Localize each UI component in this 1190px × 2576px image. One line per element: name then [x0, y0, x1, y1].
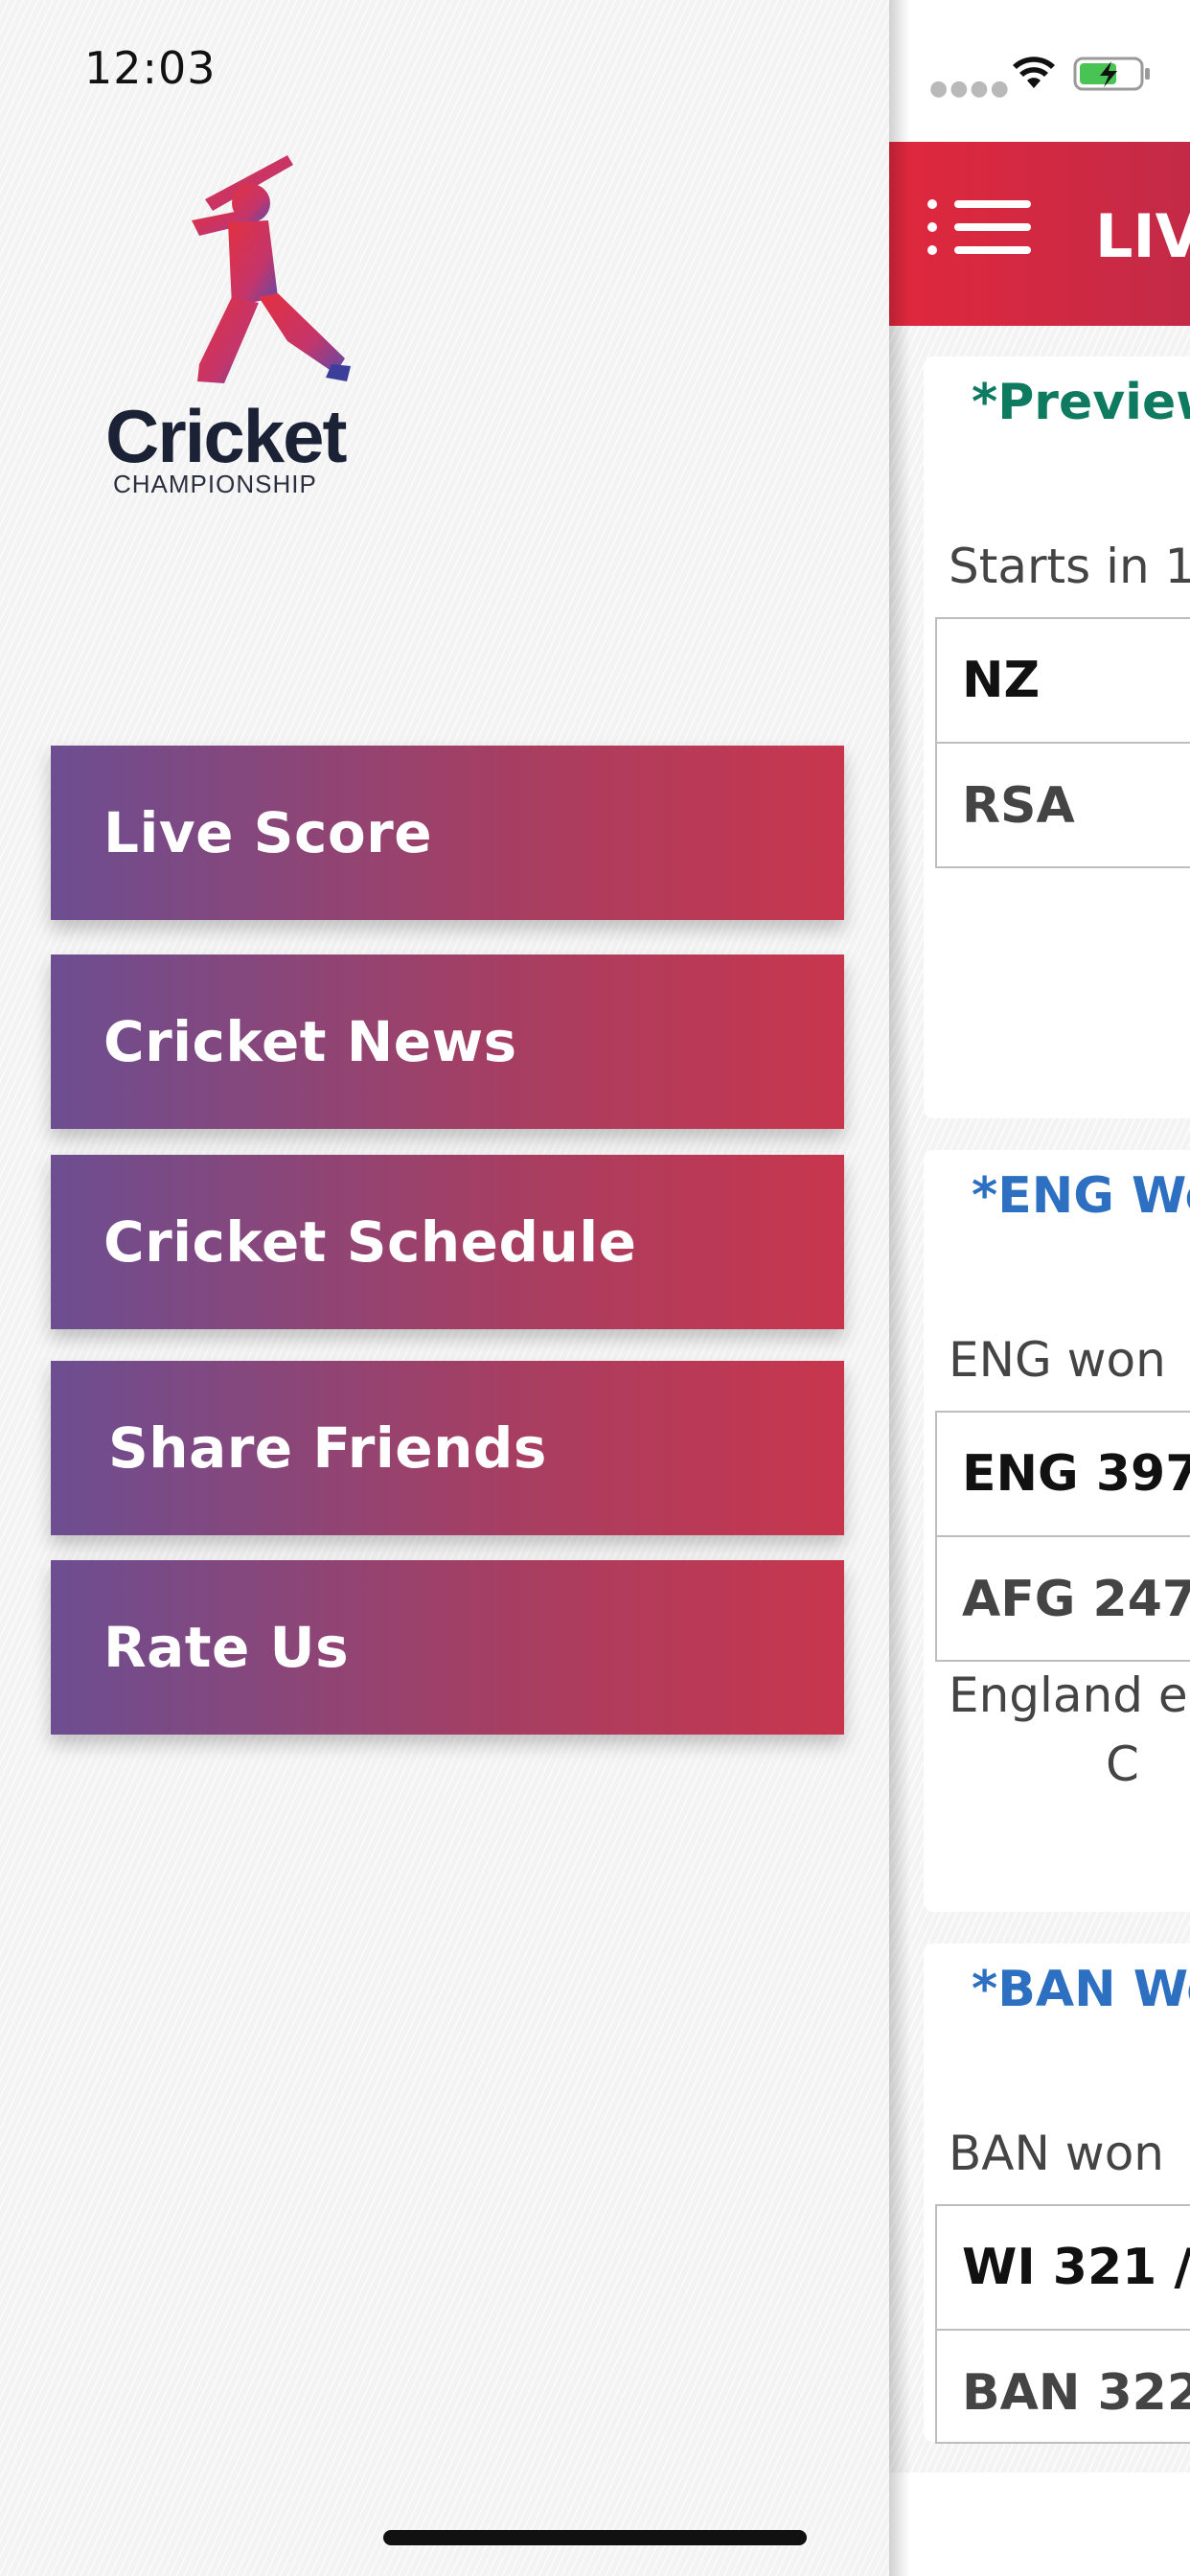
- logo-wordmark: Cricket: [105, 394, 347, 478]
- card-title: *ENG Wo: [972, 1167, 1190, 1225]
- card-result: England el: [949, 1668, 1190, 1723]
- team-row: AFG 247 /: [962, 1571, 1190, 1628]
- score-table: NZ RSA: [935, 617, 1190, 868]
- score-table: WI 321 /8 BAN 322: [935, 2204, 1190, 2444]
- menu-item-label: Cricket Schedule: [103, 1209, 637, 1275]
- drawer-shadow: [889, 0, 910, 2576]
- menu-item-rate-us[interactable]: Rate Us: [51, 1560, 844, 1735]
- status-icons: ●●●●: [929, 52, 1188, 101]
- cricket-championship-logo: Cricket CHAMPIONSHIP: [105, 153, 383, 498]
- card-title: *Preview: [972, 374, 1190, 431]
- team-row: RSA: [962, 777, 1075, 835]
- menu-item-cricket-news[interactable]: Cricket News: [51, 954, 844, 1129]
- score-table: ENG 397 / AFG 247 /: [935, 1411, 1190, 1662]
- team-row: WI 321 /8: [937, 2206, 1190, 2331]
- menu-item-label: Cricket News: [103, 1009, 517, 1074]
- live-score-screen: ●●●● LIVE *Preview: [889, 0, 1190, 2576]
- signal-icon: ●●●●: [929, 77, 1011, 101]
- menu-item-cricket-schedule[interactable]: Cricket Schedule: [51, 1155, 844, 1329]
- batsman-icon: [192, 155, 351, 383]
- match-card[interactable]: *ENG Wo ENG won ENG 397 / AFG 247 / Engl…: [924, 1150, 1190, 1912]
- wifi-icon: [1013, 57, 1055, 88]
- menu-item-label: Share Friends: [108, 1415, 547, 1481]
- team-row: NZ: [937, 619, 1190, 744]
- menu-item-label: Live Score: [103, 800, 433, 865]
- hamburger-menu-button[interactable]: [927, 192, 1033, 261]
- team-row: BAN 322: [962, 2364, 1190, 2422]
- app-screen: ●●●● LIVE *Preview: [0, 0, 1190, 2576]
- card-status: Starts in 1: [949, 539, 1190, 594]
- logo-subtitle: CHAMPIONSHIP: [113, 470, 317, 498]
- app-bar-title: LIVE: [1095, 201, 1190, 271]
- card-title: *BAN Wo: [972, 1961, 1190, 2018]
- match-card[interactable]: *BAN Wo BAN won WI 321 /8 BAN 322: [924, 1944, 1190, 2444]
- navigation-drawer: 12:03 Cricket CHAMPIONSHIP Live Score Cr…: [0, 0, 889, 2576]
- card-result: C: [1106, 1736, 1139, 1792]
- home-indicator[interactable]: [383, 2530, 807, 2545]
- card-status: BAN won: [949, 2126, 1164, 2181]
- menu-item-share-friends[interactable]: Share Friends: [51, 1361, 844, 1535]
- status-time: 12:03: [84, 42, 217, 94]
- match-card[interactable]: *Preview Starts in 1 NZ RSA: [924, 356, 1190, 1118]
- menu-item-label: Rate Us: [103, 1615, 350, 1680]
- menu-item-live-score[interactable]: Live Score: [51, 746, 844, 920]
- battery-charging-icon: [1073, 57, 1150, 91]
- team-row: ENG 397 /: [937, 1413, 1190, 1537]
- card-status: ENG won: [949, 1332, 1166, 1388]
